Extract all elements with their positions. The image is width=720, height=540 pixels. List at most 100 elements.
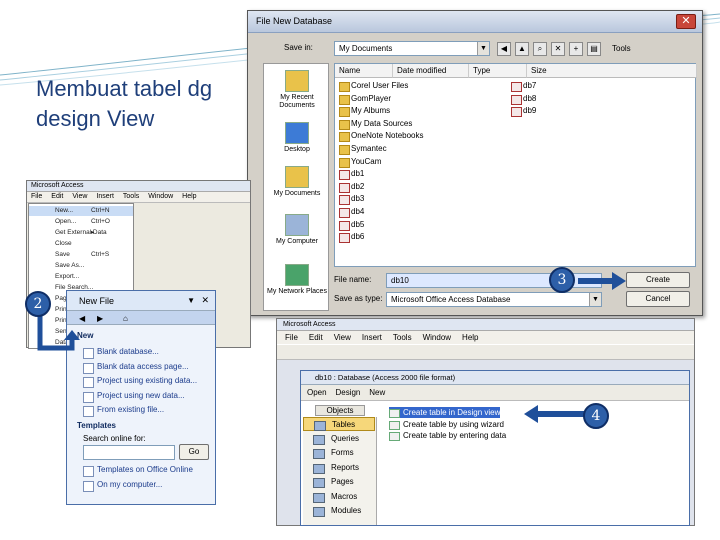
object-item[interactable]: Modules	[303, 504, 375, 518]
cancel-button[interactable]: Cancel	[626, 291, 690, 307]
place-label: My Computer	[275, 238, 318, 245]
new-file-link[interactable]: Blank database...	[83, 347, 159, 359]
file-item[interactable]: Symantec	[339, 143, 387, 155]
menu-insert[interactable]: Insert	[362, 333, 382, 342]
home-icon[interactable]: ⌂	[123, 314, 128, 323]
menu-window[interactable]: Window	[423, 333, 451, 342]
place-desktop[interactable]: Desktop	[264, 122, 330, 154]
file-menu-item[interactable]: Export...	[29, 272, 133, 282]
menu-insert[interactable]: Insert	[96, 193, 114, 200]
template-link[interactable]: On my computer...	[83, 480, 162, 492]
file-item[interactable]: My Data Sources	[339, 118, 412, 130]
object-item[interactable]: Queries	[303, 432, 375, 446]
column-date[interactable]: Date modified	[393, 64, 469, 78]
column-size[interactable]: Size	[527, 64, 697, 78]
file-item[interactable]: db2	[339, 181, 364, 193]
file-menu-item[interactable]: Save Ctrl+S	[29, 250, 133, 260]
column-type[interactable]: Type	[469, 64, 527, 78]
column-name[interactable]: Name	[335, 64, 393, 78]
file-menu-item[interactable]: New... Ctrl+N	[29, 206, 133, 216]
menu-view[interactable]: View	[72, 193, 87, 200]
object-item[interactable]: Pages	[303, 475, 375, 489]
file-item[interactable]: db8	[511, 93, 536, 105]
new-file-link[interactable]: Blank data access page...	[83, 362, 189, 374]
delete-icon[interactable]: ✕	[551, 42, 565, 56]
file-item[interactable]: db4	[339, 206, 364, 218]
menu-help[interactable]: Help	[462, 333, 478, 342]
menu-view[interactable]: View	[334, 333, 351, 342]
place-recent[interactable]: My Recent Documents	[264, 70, 330, 110]
new-file-link[interactable]: Project using existing data...	[83, 376, 197, 388]
back-icon[interactable]: ◀	[79, 314, 85, 323]
file-item[interactable]: db7	[511, 80, 536, 92]
object-item[interactable]: Tables	[303, 417, 375, 431]
menu-tools[interactable]: Tools	[393, 333, 412, 342]
new-folder-icon[interactable]: +	[569, 42, 583, 56]
file-item[interactable]: My Albums	[339, 105, 390, 118]
search-web-icon[interactable]: ⌕	[533, 42, 547, 56]
object-item[interactable]: Macros	[303, 490, 375, 504]
window-title: Microsoft Access	[27, 181, 250, 192]
pane-dropdown-icon[interactable]: ▼	[187, 296, 195, 305]
pane-navigation: ◀ ▶ ⌂	[67, 311, 215, 325]
views-icon[interactable]: ▤	[587, 42, 601, 56]
create-button[interactable]: Create	[626, 272, 690, 288]
go-button[interactable]: Go	[179, 444, 209, 460]
menu-edit[interactable]: Edit	[51, 193, 63, 200]
place-my-computer[interactable]: My Computer	[264, 214, 330, 246]
standard-toolbar[interactable]	[277, 344, 694, 360]
file-item[interactable]: db3	[339, 193, 364, 206]
file-item[interactable]: GomPlayer	[339, 93, 391, 105]
file-menu-item[interactable]: Open... Ctrl+O	[29, 217, 133, 227]
create-table-item[interactable]: Create table in Design view	[389, 407, 501, 418]
new-file-link[interactable]: Project using new data...	[83, 391, 185, 403]
search-online-label: Search online for:	[83, 434, 146, 443]
file-menu-item[interactable]: Save As...	[29, 261, 133, 271]
create-table-item[interactable]: Create table by using wizard	[389, 419, 504, 430]
place-label: My Network Places	[267, 288, 327, 295]
menu-window[interactable]: Window	[148, 193, 173, 200]
file-item[interactable]: db5	[339, 219, 364, 231]
objects-header[interactable]: Objects	[315, 405, 365, 416]
menu-file[interactable]: File	[31, 193, 42, 200]
place-label: My Documents	[273, 190, 321, 197]
place-network[interactable]: My Network Places	[264, 264, 330, 296]
design-button[interactable]: Design	[335, 388, 360, 397]
save-in-select[interactable]: My Documents ▼	[334, 41, 490, 56]
template-link[interactable]: Templates on Office Online	[83, 465, 193, 477]
close-icon[interactable]: ✕	[201, 295, 209, 306]
menu-tools[interactable]: Tools	[123, 193, 139, 200]
object-item[interactable]: Forms	[303, 446, 375, 460]
menu-help[interactable]: Help	[182, 193, 196, 200]
place-my-documents[interactable]: My Documents	[264, 166, 330, 198]
forward-icon[interactable]: ▶	[97, 314, 103, 323]
save-as-type-label: Save as type:	[334, 294, 383, 303]
file-item[interactable]: OneNote Notebooks	[339, 130, 424, 143]
database-window-title: db10 : Database (Access 2000 file format…	[301, 371, 689, 385]
file-item[interactable]: db1	[339, 168, 364, 181]
file-list: Name Date modified Type Size Corel User …	[334, 63, 697, 267]
save-as-type-select[interactable]: Microsoft Office Access Database ▼	[386, 292, 602, 307]
object-item[interactable]: Reports	[303, 461, 375, 475]
back-icon[interactable]: ◀	[497, 42, 511, 56]
menu-edit[interactable]: Edit	[309, 333, 323, 342]
open-button[interactable]: Open	[307, 388, 327, 397]
menu-file[interactable]: File	[285, 333, 298, 342]
create-table-item[interactable]: Create table by entering data	[389, 430, 506, 441]
file-menu-item[interactable]: Close	[29, 239, 133, 249]
search-online-input[interactable]	[83, 445, 175, 460]
file-item[interactable]: YouCam	[339, 156, 381, 168]
menu-item-shortcut: Ctrl+S	[91, 251, 110, 258]
new-file-link[interactable]: From existing file...	[83, 405, 164, 417]
network-places-icon	[285, 264, 309, 286]
file-menu-item[interactable]: Get External Data ▸	[29, 228, 133, 238]
file-item[interactable]: db6	[339, 231, 364, 244]
file-item[interactable]: Corel User Files	[339, 80, 408, 92]
tools-menu[interactable]: Tools	[612, 44, 631, 53]
file-item[interactable]: db9	[511, 105, 536, 118]
save-as-type-value: Microsoft Office Access Database	[391, 295, 511, 304]
close-icon[interactable]: ✕	[676, 14, 696, 29]
up-folder-icon[interactable]: ▲	[515, 42, 529, 56]
menu-item-shortcut: Ctrl+N	[91, 207, 110, 214]
new-button[interactable]: New	[369, 388, 385, 397]
